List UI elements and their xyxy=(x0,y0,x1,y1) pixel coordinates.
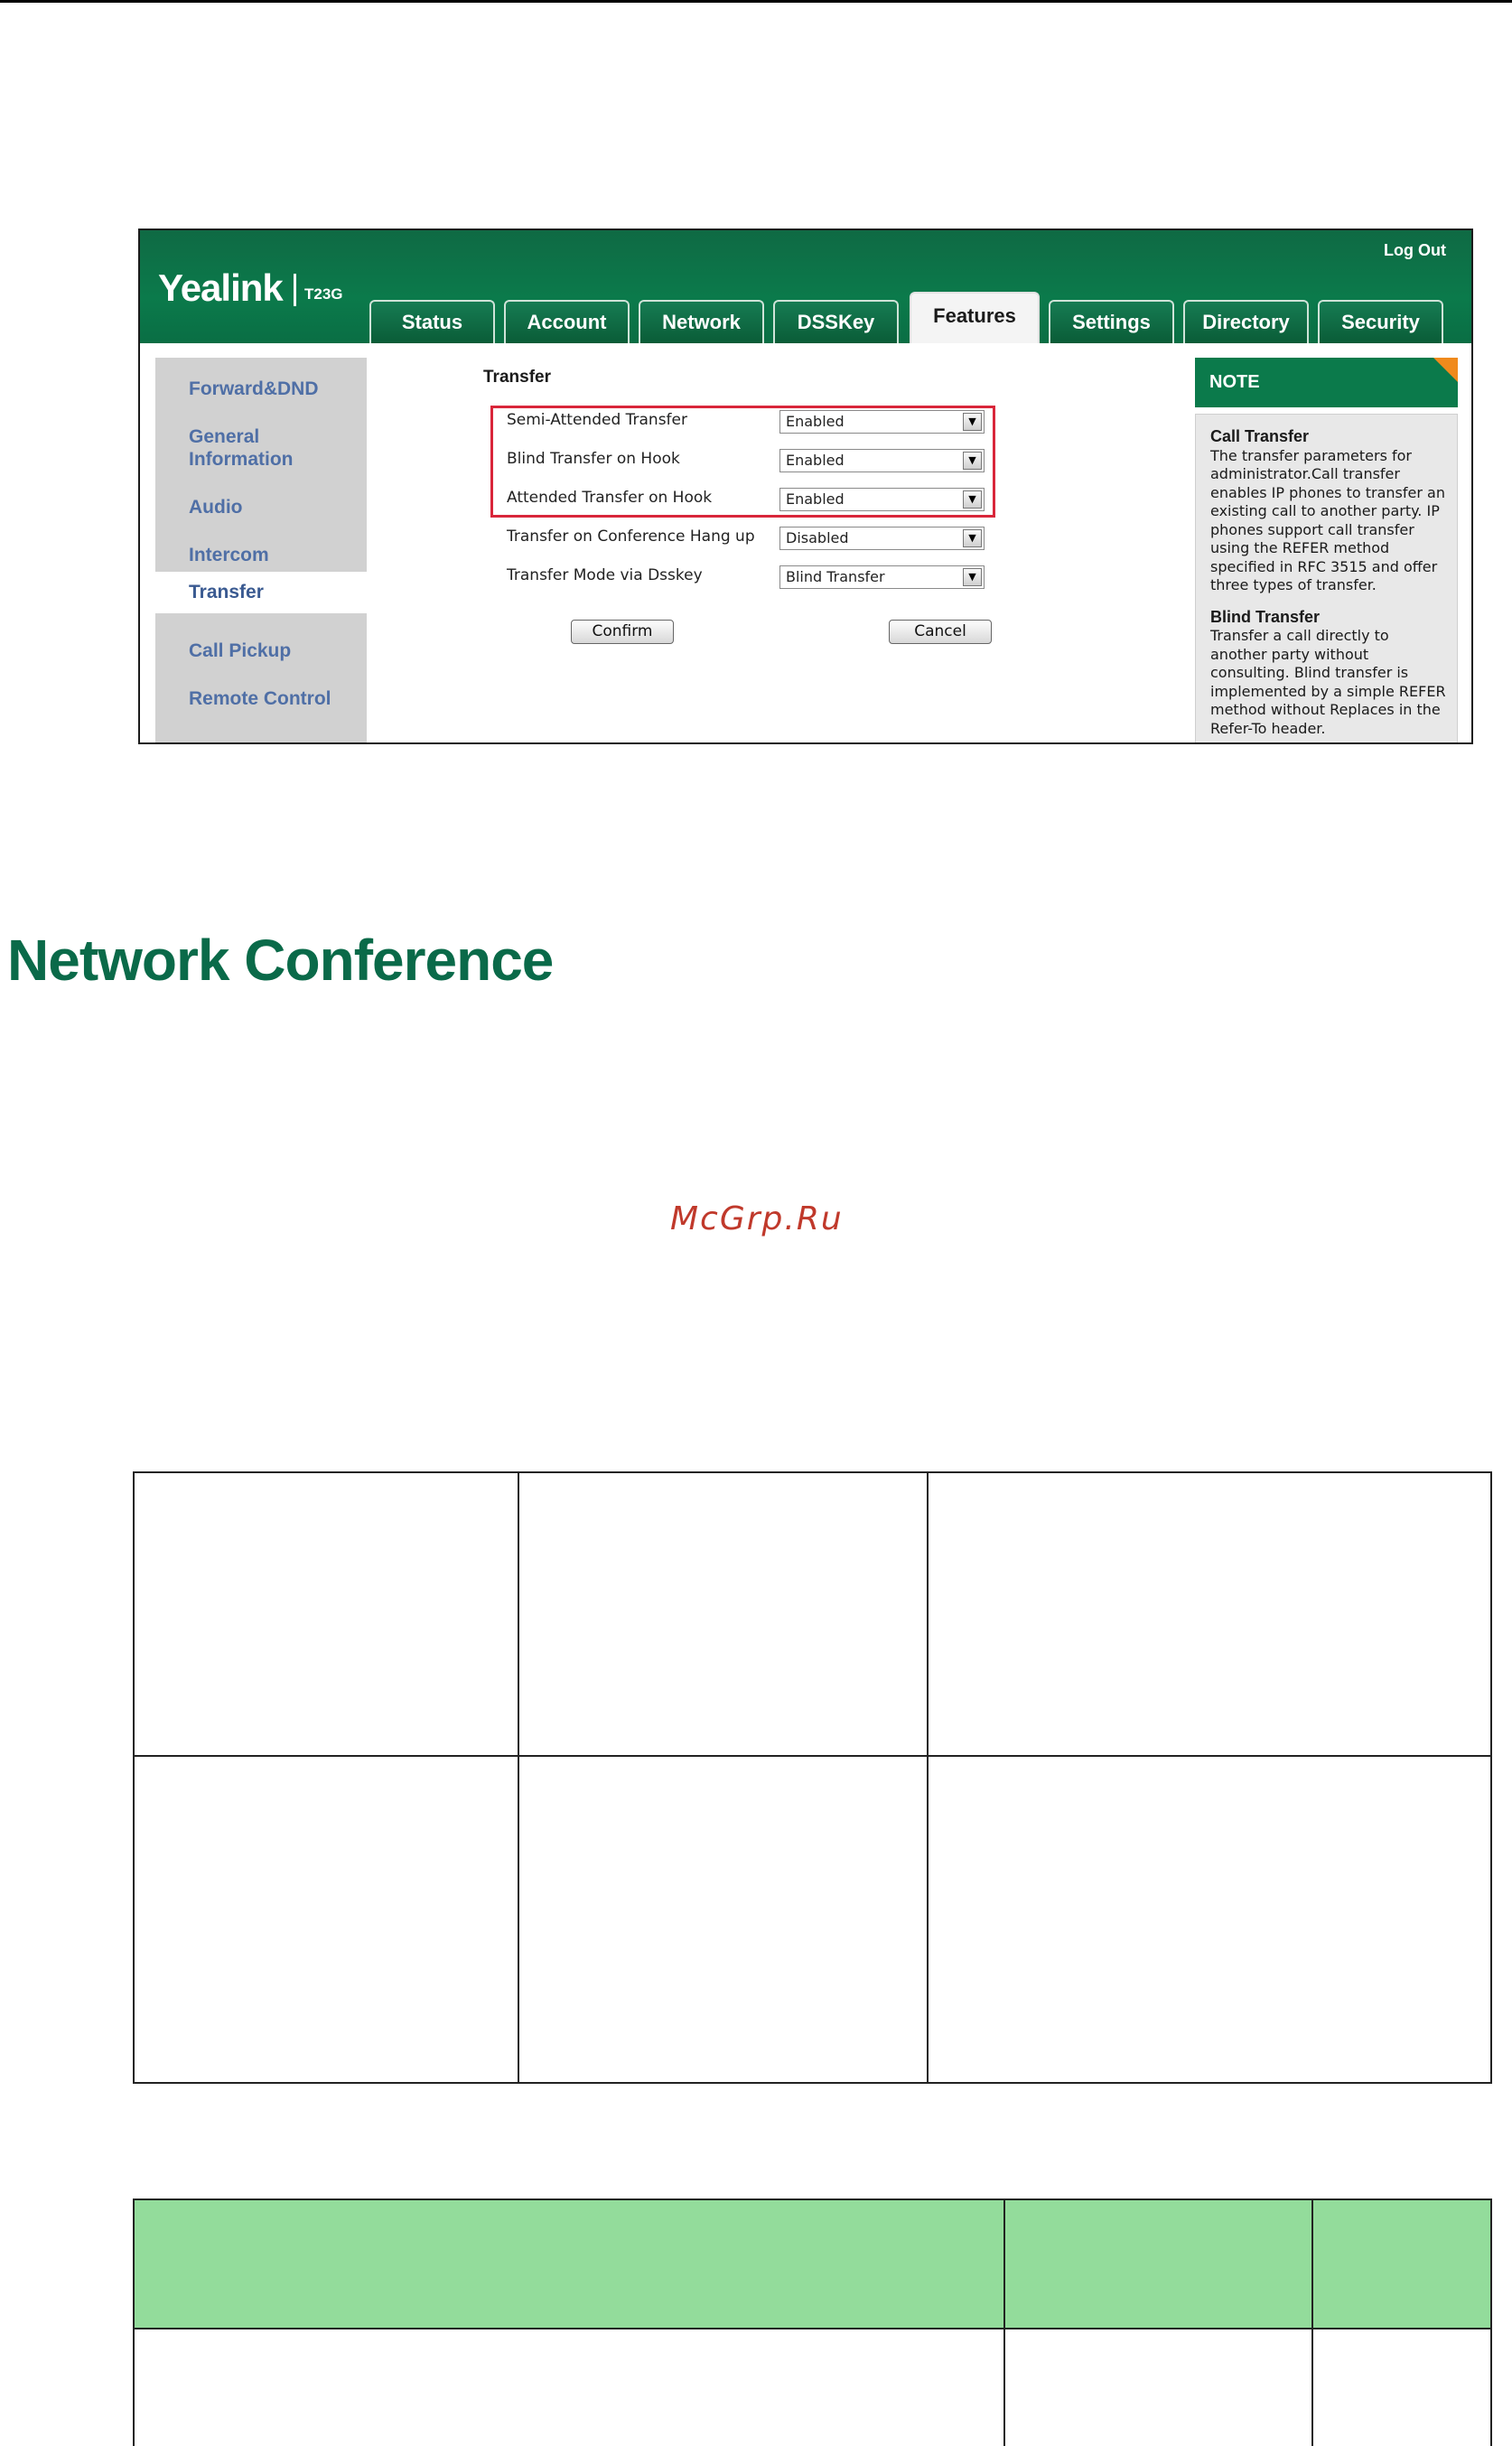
select-value: Disabled xyxy=(786,529,849,546)
page-top-rule xyxy=(0,0,1512,3)
tab-security[interactable]: Security xyxy=(1318,300,1443,343)
tab-features[interactable]: Features xyxy=(910,292,1040,343)
table-header-cell xyxy=(1003,2199,1313,2329)
model-label: T23G xyxy=(304,285,343,303)
table-cell xyxy=(1311,2328,1492,2446)
table-header-cell xyxy=(1311,2199,1492,2329)
note-header: NOTE xyxy=(1195,358,1458,407)
cancel-button[interactable]: Cancel xyxy=(889,620,992,644)
table-cell xyxy=(518,1755,929,2084)
note-section: Call Transfer The transfer parameters fo… xyxy=(1210,427,1448,595)
table-cell xyxy=(927,1755,1492,2084)
form-title: Transfer xyxy=(483,368,551,387)
table-cell xyxy=(133,1471,519,1757)
note-panel: Call Transfer The transfer parameters fo… xyxy=(1195,414,1458,742)
note-section-text: Transfer a call directly to another part… xyxy=(1210,627,1446,737)
semi-attended-select[interactable]: Enabled ▼ xyxy=(779,410,985,434)
watermark: McGrp.Ru xyxy=(670,1200,844,1237)
sidebar-item-remote-control[interactable]: Remote Control xyxy=(155,687,367,710)
section-heading: Network Conference xyxy=(7,928,554,993)
field-label-semi-attended: Semi-Attended Transfer xyxy=(507,411,687,429)
table-row xyxy=(133,2328,1492,2446)
logout-link[interactable]: Log Out xyxy=(1384,241,1446,260)
chevron-down-icon[interactable]: ▼ xyxy=(963,529,982,547)
table-cell xyxy=(927,1471,1492,1757)
tab-directory[interactable]: Directory xyxy=(1183,300,1309,343)
web-ui-screenshot: Yealink T23G Log Out Status Account Netw… xyxy=(138,229,1473,744)
select-value: Blind Transfer xyxy=(786,568,885,585)
table-header-row xyxy=(133,2199,1492,2329)
configuration-table xyxy=(133,2199,1492,2446)
field-label-attended-on-hook: Attended Transfer on Hook xyxy=(507,489,713,507)
table-row xyxy=(133,1755,1492,2084)
table-cell xyxy=(133,2328,1005,2446)
select-value: Enabled xyxy=(786,452,845,469)
table-cell xyxy=(518,1471,929,1757)
sidebar-item-forward-dnd[interactable]: Forward&DND xyxy=(155,378,367,400)
tab-network[interactable]: Network xyxy=(639,300,764,343)
select-value: Enabled xyxy=(786,413,845,430)
blind-on-hook-select[interactable]: Enabled ▼ xyxy=(779,449,985,472)
chevron-down-icon[interactable]: ▼ xyxy=(963,568,982,586)
conference-hangup-select[interactable]: Disabled ▼ xyxy=(779,527,985,550)
sidebar-item-transfer[interactable]: Transfer xyxy=(155,572,383,613)
chevron-down-icon[interactable]: ▼ xyxy=(963,452,982,470)
sidebar-item-intercom[interactable]: Intercom xyxy=(155,544,367,566)
table-header-cell xyxy=(133,2199,1005,2329)
note-section: Blind Transfer Transfer a call directly … xyxy=(1210,608,1448,739)
mode-dsskey-select[interactable]: Blind Transfer ▼ xyxy=(779,565,985,589)
field-label-blind-on-hook: Blind Transfer on Hook xyxy=(507,450,680,468)
sidebar-item-call-pickup[interactable]: Call Pickup xyxy=(155,640,367,662)
field-label-mode-dsskey: Transfer Mode via Dsskey xyxy=(507,566,703,584)
parameter-table xyxy=(133,1471,1492,2084)
logo-separator xyxy=(294,274,296,306)
tab-settings[interactable]: Settings xyxy=(1049,300,1174,343)
field-label-conference-hangup: Transfer on Conference Hang up xyxy=(507,527,755,546)
tab-status[interactable]: Status xyxy=(369,300,495,343)
sidebar-item-audio[interactable]: Audio xyxy=(155,496,367,518)
tab-account[interactable]: Account xyxy=(504,300,630,343)
select-value: Enabled xyxy=(786,490,845,508)
attended-on-hook-select[interactable]: Enabled ▼ xyxy=(779,488,985,511)
confirm-button[interactable]: Confirm xyxy=(571,620,674,644)
table-row xyxy=(133,1471,1492,1757)
note-corner-icon xyxy=(1433,358,1458,382)
note-section-text: The transfer parameters for administrato… xyxy=(1210,446,1445,594)
chevron-down-icon[interactable]: ▼ xyxy=(963,490,982,509)
sidebar-item-general-information[interactable]: General Information xyxy=(155,425,336,471)
table-cell xyxy=(1003,2328,1313,2446)
note-section-heading: Call Transfer xyxy=(1210,427,1310,445)
ui-header: Yealink T23G Log Out Status Account Netw… xyxy=(140,230,1471,343)
tab-dsskey[interactable]: DSSKey xyxy=(773,300,899,343)
features-sidebar: Forward&DND General Information Audio In… xyxy=(155,358,383,742)
table-cell xyxy=(133,1755,519,2084)
note-section-heading: Blind Transfer xyxy=(1210,607,1321,626)
chevron-down-icon[interactable]: ▼ xyxy=(963,413,982,431)
brand-logo: Yealink xyxy=(158,266,284,309)
